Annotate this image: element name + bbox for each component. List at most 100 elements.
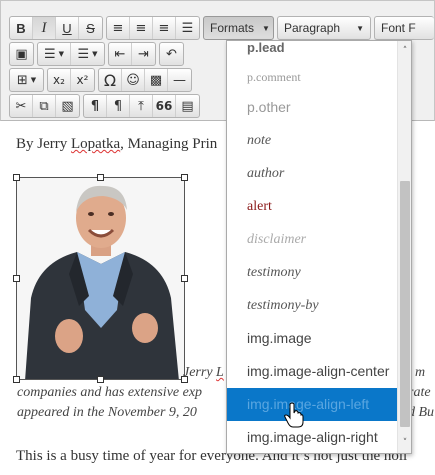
upload-button[interactable]: ⤒ [130,95,153,117]
indent-group: ⇤ ⇥ [108,42,156,66]
superscript-button[interactable]: x² [71,69,94,91]
resize-handle[interactable] [13,275,20,282]
chevron-down-icon: ▼ [262,23,270,33]
chevron-down-icon: ▼ [356,23,364,33]
resize-handle[interactable] [13,376,20,383]
resize-handle[interactable] [181,174,188,181]
portrait-photo[interactable] [16,177,185,380]
font-family-label: Font F [381,21,416,35]
chevron-up-icon[interactable]: ˄ [398,43,411,59]
indent-icon: ⇥ [138,46,149,62]
outdent-icon: ⇤ [114,46,126,62]
menu-item-testimony-by[interactable]: testimony-by [227,289,399,322]
align-left-button[interactable]: ≡ [107,17,130,39]
clipboard-icon: ▧ [61,98,74,114]
binoculars-icon: ▣ [15,46,28,62]
table-button[interactable]: ⊞ ▼ [10,69,43,91]
visual-chars-button[interactable]: ¶ [107,95,130,117]
copy-button[interactable]: ⧉ [33,95,56,117]
media-button[interactable]: ▩ [145,69,168,91]
menu-item-note[interactable]: note [227,124,399,157]
indent-button[interactable]: ⇥ [132,43,155,65]
menu-scrollbar[interactable]: ˄ ˅ [397,41,411,453]
formats-label: Formats [210,21,255,35]
menu-item-disclaimer[interactable]: disclaimer [227,223,399,256]
align-right-icon: ≡ [158,20,170,36]
menu-item-img-image-align-right[interactable]: img.image-align-right [227,421,399,453]
clipboard-group: ✂ ⧉ ▧ [9,94,80,118]
bullet-list-button[interactable]: ☰ ▼ [38,43,71,65]
menu-item-img-image[interactable]: img.image [227,322,399,355]
resize-handle[interactable] [97,174,104,181]
align-center-icon: ≡ [135,20,147,36]
insert-group: Ω ☺ ▩ — [98,68,192,92]
byline-prefix: By Jerry [16,136,71,152]
portrait-illustration [17,178,184,379]
align-center-button[interactable]: ≡ [130,17,153,39]
caption-name: L [216,365,224,380]
table-group: ⊞ ▼ [9,68,44,92]
template-button[interactable]: ▤ [176,95,199,117]
blockquote-button[interactable]: 66 [153,95,176,117]
align-group: ≡ ≡ ≡ ☰ [106,16,200,40]
template-icon: ▤ [181,98,194,114]
toolbar-row-2: ▣ ☰ ▼ ☰ ▼ ⇤ ⇥ ↶ [9,41,184,67]
undo-button[interactable]: ↶ [160,43,183,65]
menu-item-p-comment[interactable]: p.comment [227,61,399,94]
strikethrough-button[interactable]: S [79,17,102,39]
find-replace-button[interactable]: ▣ [10,43,33,65]
paragraph-label: Paragraph [284,21,341,35]
menu-item-alert[interactable]: alert [227,190,399,223]
smiley-icon: ☺ [126,72,140,88]
menu-item-author[interactable]: author [227,157,399,190]
chevron-down-icon[interactable]: ˅ [398,435,411,451]
byline-name: Lopatka [71,136,121,152]
menu-item-img-image-align-left[interactable]: img.image-align-left [227,388,399,421]
align-left-icon: ≡ [112,20,124,36]
formats-dropdown[interactable]: Formats ▼ [203,16,274,40]
italic-button[interactable]: I [33,17,56,39]
font-family-dropdown[interactable]: Font F [374,16,434,40]
resize-handle[interactable] [97,376,104,383]
outdent-button[interactable]: ⇤ [109,43,132,65]
numbered-list-button[interactable]: ☰ ▼ [71,43,104,65]
cut-button[interactable]: ✂ [10,95,33,117]
caption-line-1: Jerry L [183,365,224,381]
list-group: ☰ ▼ ☰ ▼ [37,42,105,66]
bullet-list-icon: ☰ [43,46,56,62]
align-justify-button[interactable]: ☰ [176,17,199,39]
bold-button[interactable]: B [10,17,33,39]
align-justify-icon: ☰ [181,20,194,36]
toolbar-row-1: B I U S ≡ ≡ ≡ ☰ Formats ▼ Paragraph ▼ Fo… [9,15,434,41]
scrollbar-thumb[interactable] [400,181,410,427]
menu-item-p-other[interactable]: p.other [227,91,399,124]
resize-handle[interactable] [13,174,20,181]
special-char-button[interactable]: Ω [99,69,122,91]
show-blocks-button[interactable]: ¶ [84,95,107,117]
underline-button[interactable]: U [56,17,79,39]
emoticons-button[interactable]: ☺ [122,69,145,91]
formats-menu: p.lead p.comment p.other note author ale… [226,40,412,454]
menu-item-img-image-align-center[interactable]: img.image-align-center [227,355,399,388]
resize-handle[interactable] [181,275,188,282]
paste-button[interactable]: ▧ [56,95,79,117]
align-right-button[interactable]: ≡ [153,17,176,39]
byline: By Jerry Lopatka, Managing Prin [16,136,217,153]
find-group: ▣ [9,42,34,66]
upload-icon: ⤒ [138,98,144,114]
toolbar-row-3: ⊞ ▼ x₂ x² Ω ☺ ▩ — [9,67,192,93]
block-group: ¶ ¶ ⤒ 66 ▤ [83,94,200,118]
menu-item-testimony[interactable]: testimony [227,256,399,289]
hand-cursor-icon [284,402,304,428]
history-group: ↶ [159,42,184,66]
scissors-icon: ✂ [15,98,27,114]
paragraph-dropdown[interactable]: Paragraph ▼ [277,16,371,40]
selected-image[interactable] [13,174,188,383]
caption-line-2: companies and has extensive exp [17,385,203,400]
horizontal-rule-icon: — [173,72,186,88]
text-style-group: B I U S [9,16,103,40]
copy-icon: ⧉ [39,98,49,114]
subscript-button[interactable]: x₂ [48,69,71,91]
horizontal-rule-button[interactable]: — [168,69,191,91]
undo-icon: ↶ [166,46,177,62]
